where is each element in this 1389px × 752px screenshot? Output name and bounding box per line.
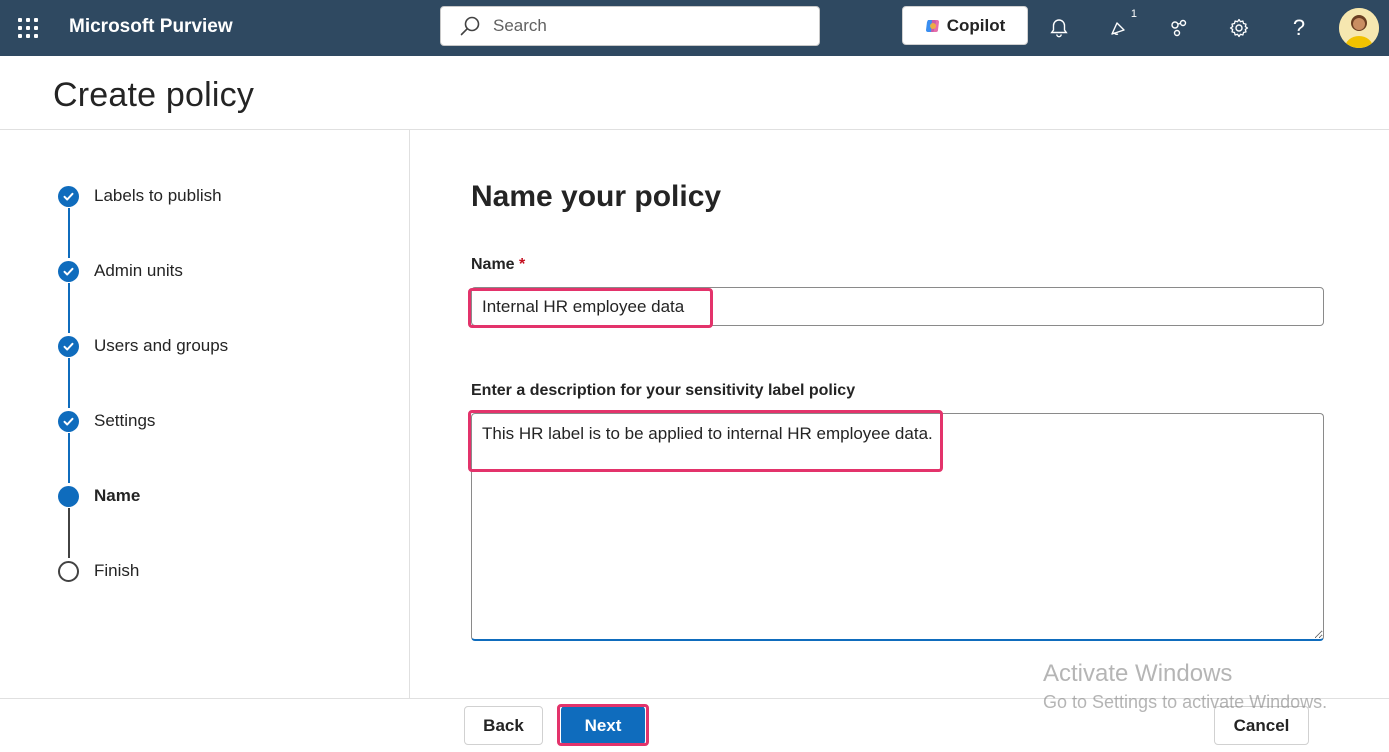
wizard-footer: Back Next Cancel [0, 698, 1389, 752]
step-label: Name [94, 486, 141, 505]
copilot-icon [925, 19, 939, 32]
step-settings[interactable]: Settings [58, 409, 155, 433]
user-avatar[interactable] [1339, 8, 1379, 48]
step-name: Name [58, 484, 140, 508]
notification-badge: 1 [1130, 8, 1137, 20]
current-step-dot-icon [58, 485, 79, 507]
step-label: Admin units [94, 261, 183, 280]
checkmark-icon [58, 410, 79, 432]
pending-step-circle-icon [58, 560, 79, 582]
search-input[interactable] [493, 16, 793, 36]
step-users-and-groups[interactable]: Users and groups [58, 334, 228, 358]
page-title: Create policy [53, 76, 255, 114]
step-connector [68, 433, 70, 483]
copilot-label: Copilot [946, 15, 1006, 35]
name-field-label: Name * [471, 256, 525, 274]
step-finish: Finish [58, 559, 139, 583]
top-bar: Microsoft Purview Copilot 1 [0, 0, 1389, 56]
search-box[interactable] [440, 6, 820, 46]
step-connector [68, 208, 70, 258]
description-field-label: Enter a description for your sensitivity… [471, 382, 856, 399]
settings-gear-icon[interactable] [1225, 14, 1253, 42]
checkmark-icon [58, 335, 79, 357]
share-connect-icon[interactable] [1165, 14, 1193, 42]
step-connector [68, 358, 70, 408]
next-button[interactable]: Next [561, 706, 645, 745]
app-launcher-icon[interactable] [18, 18, 38, 38]
step-label: Settings [94, 411, 156, 430]
copilot-button[interactable]: Copilot [902, 6, 1028, 45]
whats-new-icon[interactable]: 1 [1105, 8, 1137, 42]
checkmark-icon [58, 185, 79, 207]
cancel-button[interactable]: Cancel [1214, 706, 1309, 745]
form-heading: Name your policy [471, 180, 722, 213]
main-form: Name your policy Name * Enter a descript… [411, 130, 1389, 698]
step-connector [68, 508, 70, 558]
checkmark-icon [58, 260, 79, 282]
step-label: Labels to publish [94, 186, 222, 205]
help-icon[interactable]: ? [1285, 14, 1313, 42]
back-button[interactable]: Back [464, 706, 543, 745]
step-connector [68, 283, 70, 333]
required-marker: * [519, 256, 526, 273]
wizard-steps: Labels to publish Admin units Users and … [0, 130, 410, 698]
policy-name-input[interactable] [471, 287, 1324, 326]
policy-description-textarea[interactable]: This HR label is to be applied to intern… [471, 413, 1324, 641]
step-label: Finish [94, 561, 140, 580]
name-label-text: Name [471, 256, 515, 273]
notifications-icon[interactable] [1045, 14, 1073, 42]
page-header: Create policy [0, 56, 1389, 130]
step-label: Users and groups [94, 336, 229, 355]
app-title[interactable]: Microsoft Purview [69, 16, 233, 38]
step-labels-to-publish[interactable]: Labels to publish [58, 184, 222, 208]
search-icon [460, 16, 480, 36]
step-admin-units[interactable]: Admin units [58, 259, 183, 283]
